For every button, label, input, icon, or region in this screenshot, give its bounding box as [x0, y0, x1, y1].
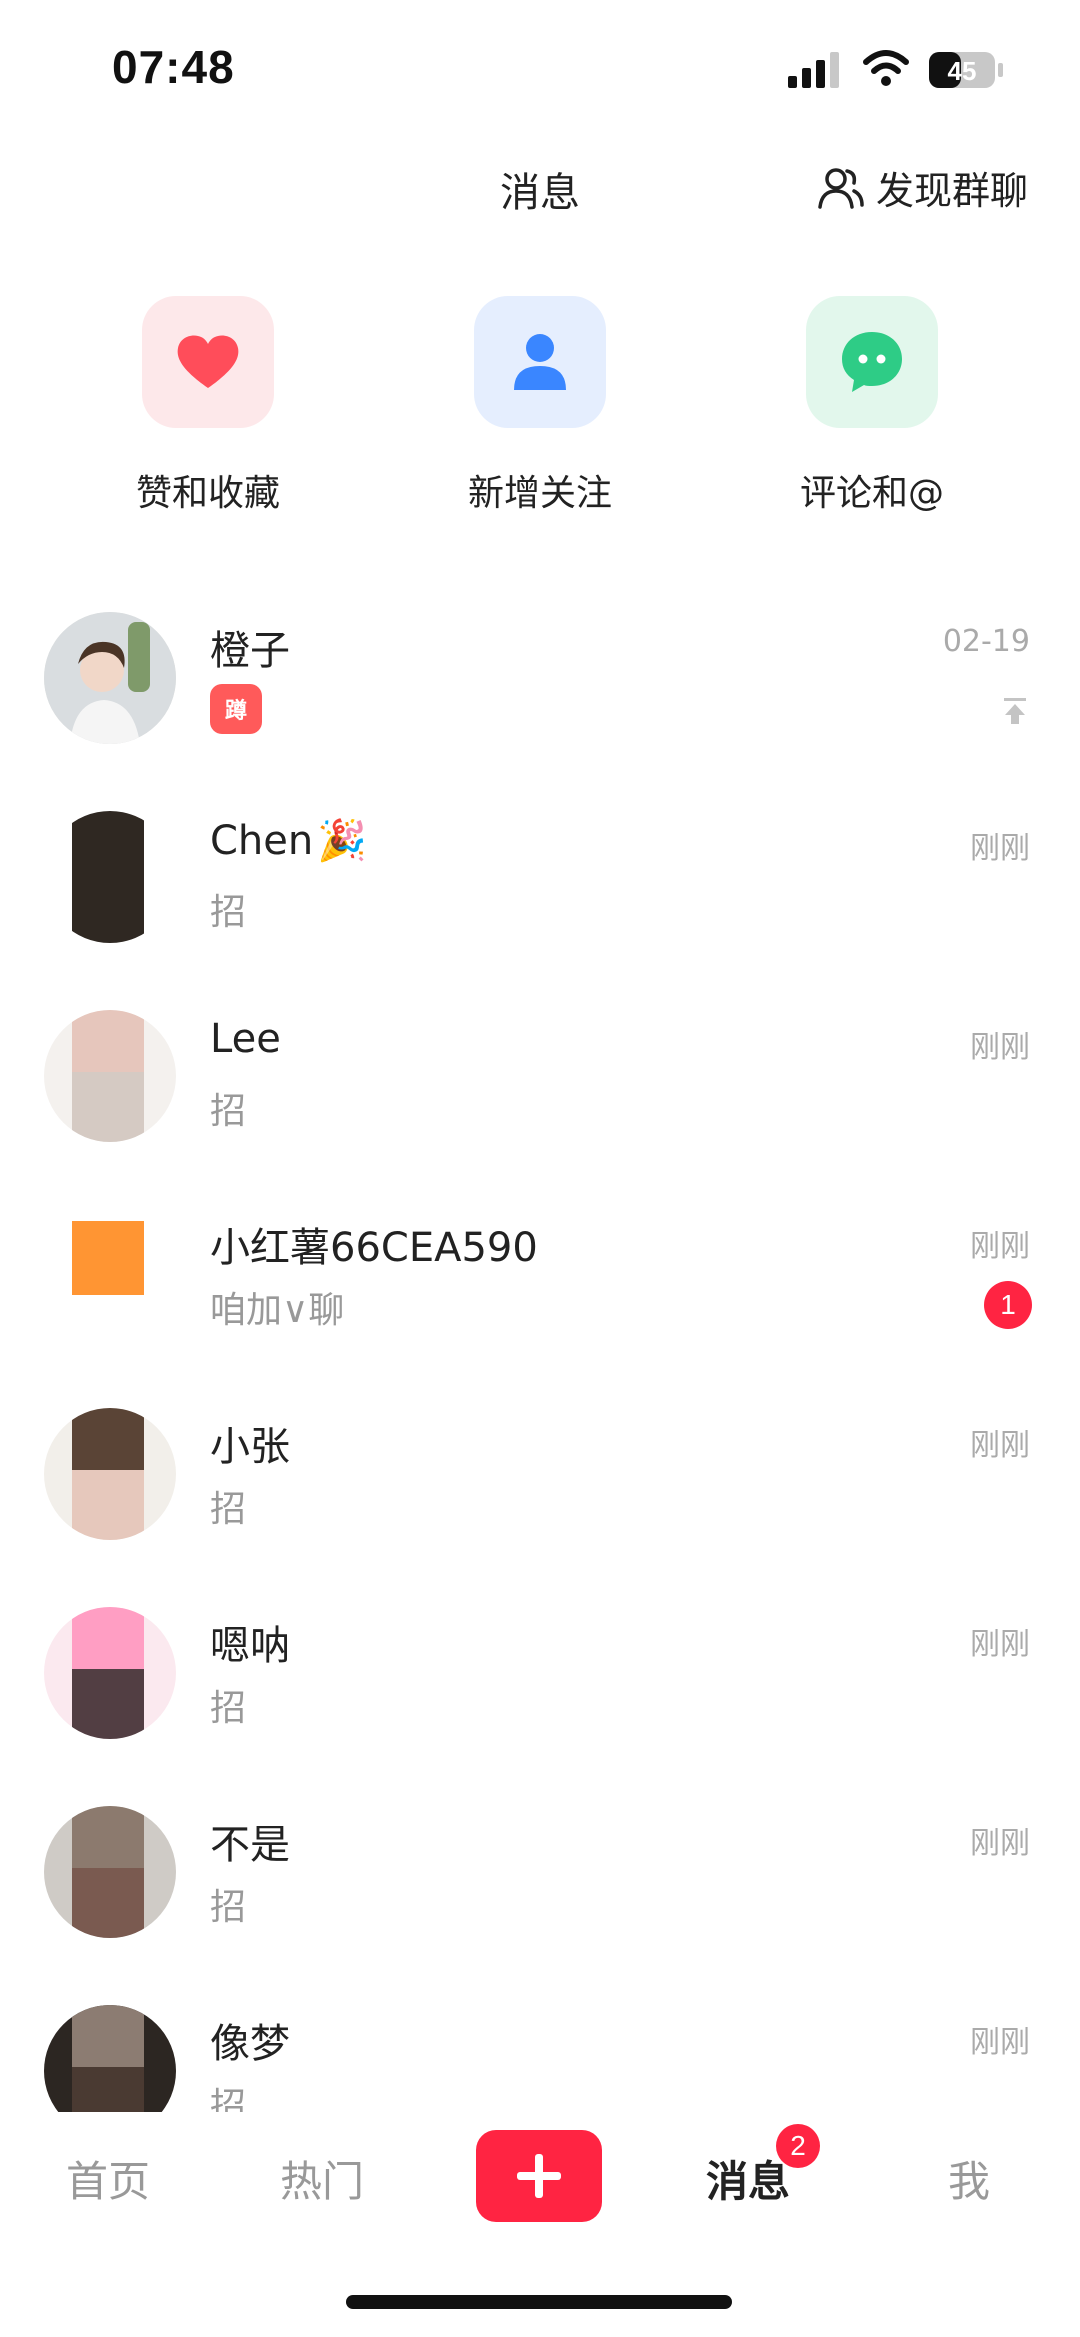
- new-followers-label: 新增关注: [467, 473, 612, 514]
- message-preview: 招: [210, 892, 247, 933]
- sticker-text: 蹲: [224, 699, 247, 724]
- bottom-tab-bar: 首页 热门 消息 我: [0, 2112, 1080, 2252]
- conversation-row[interactable]: 橙子 蹲 02-19: [0, 600, 1080, 799]
- contact-name: 不是: [210, 1822, 290, 1868]
- likes-and-collections-button[interactable]: 赞和收藏: [108, 296, 308, 516]
- wifi-icon: [863, 50, 909, 86]
- avatar: [44, 1010, 176, 1142]
- new-followers-button[interactable]: 新增关注: [440, 296, 640, 516]
- avatar: [44, 1806, 176, 1938]
- message-time: 刚刚: [970, 1030, 1030, 1065]
- comments-and-mentions-button[interactable]: 评论和@: [772, 296, 972, 516]
- home-indicator[interactable]: [346, 2295, 732, 2309]
- message-preview: 咱加∨聊: [210, 1290, 345, 1331]
- conversation-row[interactable]: Lee 招 刚刚: [0, 998, 1080, 1197]
- likes-tile: [142, 296, 274, 428]
- tab-messages[interactable]: 消息: [706, 2148, 790, 2209]
- conversation-row[interactable]: 像梦 招 刚刚: [0, 1993, 1080, 2112]
- contact-name-text: Chen: [210, 817, 314, 864]
- discover-label: 发现群聊: [875, 169, 1028, 213]
- message-preview: 招: [210, 1091, 247, 1132]
- conversation-row[interactable]: 小红薯66CEA590 咱加∨聊 刚刚 1: [0, 1197, 1080, 1396]
- message-time: 刚刚: [970, 1229, 1030, 1264]
- chat-bubble-icon: [842, 332, 902, 392]
- follow-tile: [474, 296, 606, 428]
- avatar: [44, 1408, 176, 1540]
- pin-top-icon: [1004, 698, 1026, 724]
- conversation-row[interactable]: Chen 🎉 招 刚刚: [0, 799, 1080, 998]
- message-preview: 招: [210, 2086, 247, 2112]
- message-time: 刚刚: [970, 2025, 1030, 2060]
- likes-label: 赞和收藏: [135, 473, 280, 514]
- conversation-list: 橙子 蹲 02-19 Chen 🎉 招 刚刚 Lee 招 刚刚 小红薯66CEA…: [0, 600, 1080, 2112]
- avatar: [44, 612, 176, 744]
- tab-hot[interactable]: 热门: [280, 2148, 364, 2209]
- status-bar: 07:48 45: [0, 0, 1080, 140]
- contact-name: 像梦: [210, 2021, 290, 2067]
- message-preview: 招: [210, 1489, 247, 1530]
- comments-label: 评论和@: [799, 473, 944, 514]
- discover-group-chat-button[interactable]: 发现群聊: [816, 160, 1028, 215]
- contact-name: 橙子: [210, 628, 290, 674]
- publish-button[interactable]: [476, 2130, 602, 2222]
- contact-name: 嗯呐: [210, 1623, 290, 1669]
- messages-badge: 2: [776, 2124, 820, 2168]
- conversation-row[interactable]: 嗯呐 招 刚刚: [0, 1595, 1080, 1794]
- signal-icon: [788, 52, 839, 88]
- message-time: 刚刚: [970, 1627, 1030, 1662]
- message-time: 刚刚: [970, 1428, 1030, 1463]
- contact-name: Chen 🎉: [210, 817, 368, 865]
- battery-level: 45: [948, 56, 977, 86]
- unread-badge: 1: [984, 1281, 1032, 1329]
- person-icon: [514, 334, 566, 390]
- avatar: [44, 1607, 176, 1739]
- contact-name: 小张: [210, 1424, 290, 1470]
- heart-icon: [177, 335, 239, 388]
- conversation-row[interactable]: 不是 招 刚刚: [0, 1794, 1080, 1993]
- avatar: [44, 811, 176, 943]
- message-preview: 招: [210, 1688, 247, 1729]
- message-preview: 招: [210, 1887, 247, 1928]
- message-time: 02-19: [942, 624, 1030, 659]
- contact-name: Lee: [210, 1016, 281, 1062]
- avatar: [44, 1209, 176, 1341]
- tab-me[interactable]: 我: [948, 2148, 990, 2209]
- tab-home[interactable]: 首页: [66, 2148, 150, 2209]
- sticker-icon: 蹲: [210, 684, 262, 734]
- comments-tile: [806, 296, 938, 428]
- plus-icon: [517, 2154, 561, 2198]
- battery-icon: 45: [929, 52, 1003, 88]
- message-time: 刚刚: [970, 1826, 1030, 1861]
- conversation-row[interactable]: 小张 招 刚刚: [0, 1396, 1080, 1595]
- message-time: 刚刚: [970, 831, 1030, 866]
- party-emoji-icon: 🎉: [317, 818, 368, 864]
- contact-name: 小红薯66CEA590: [210, 1225, 538, 1271]
- group-users-icon: [818, 167, 864, 209]
- avatar: [44, 2005, 176, 2112]
- status-time: 07:48: [112, 41, 235, 93]
